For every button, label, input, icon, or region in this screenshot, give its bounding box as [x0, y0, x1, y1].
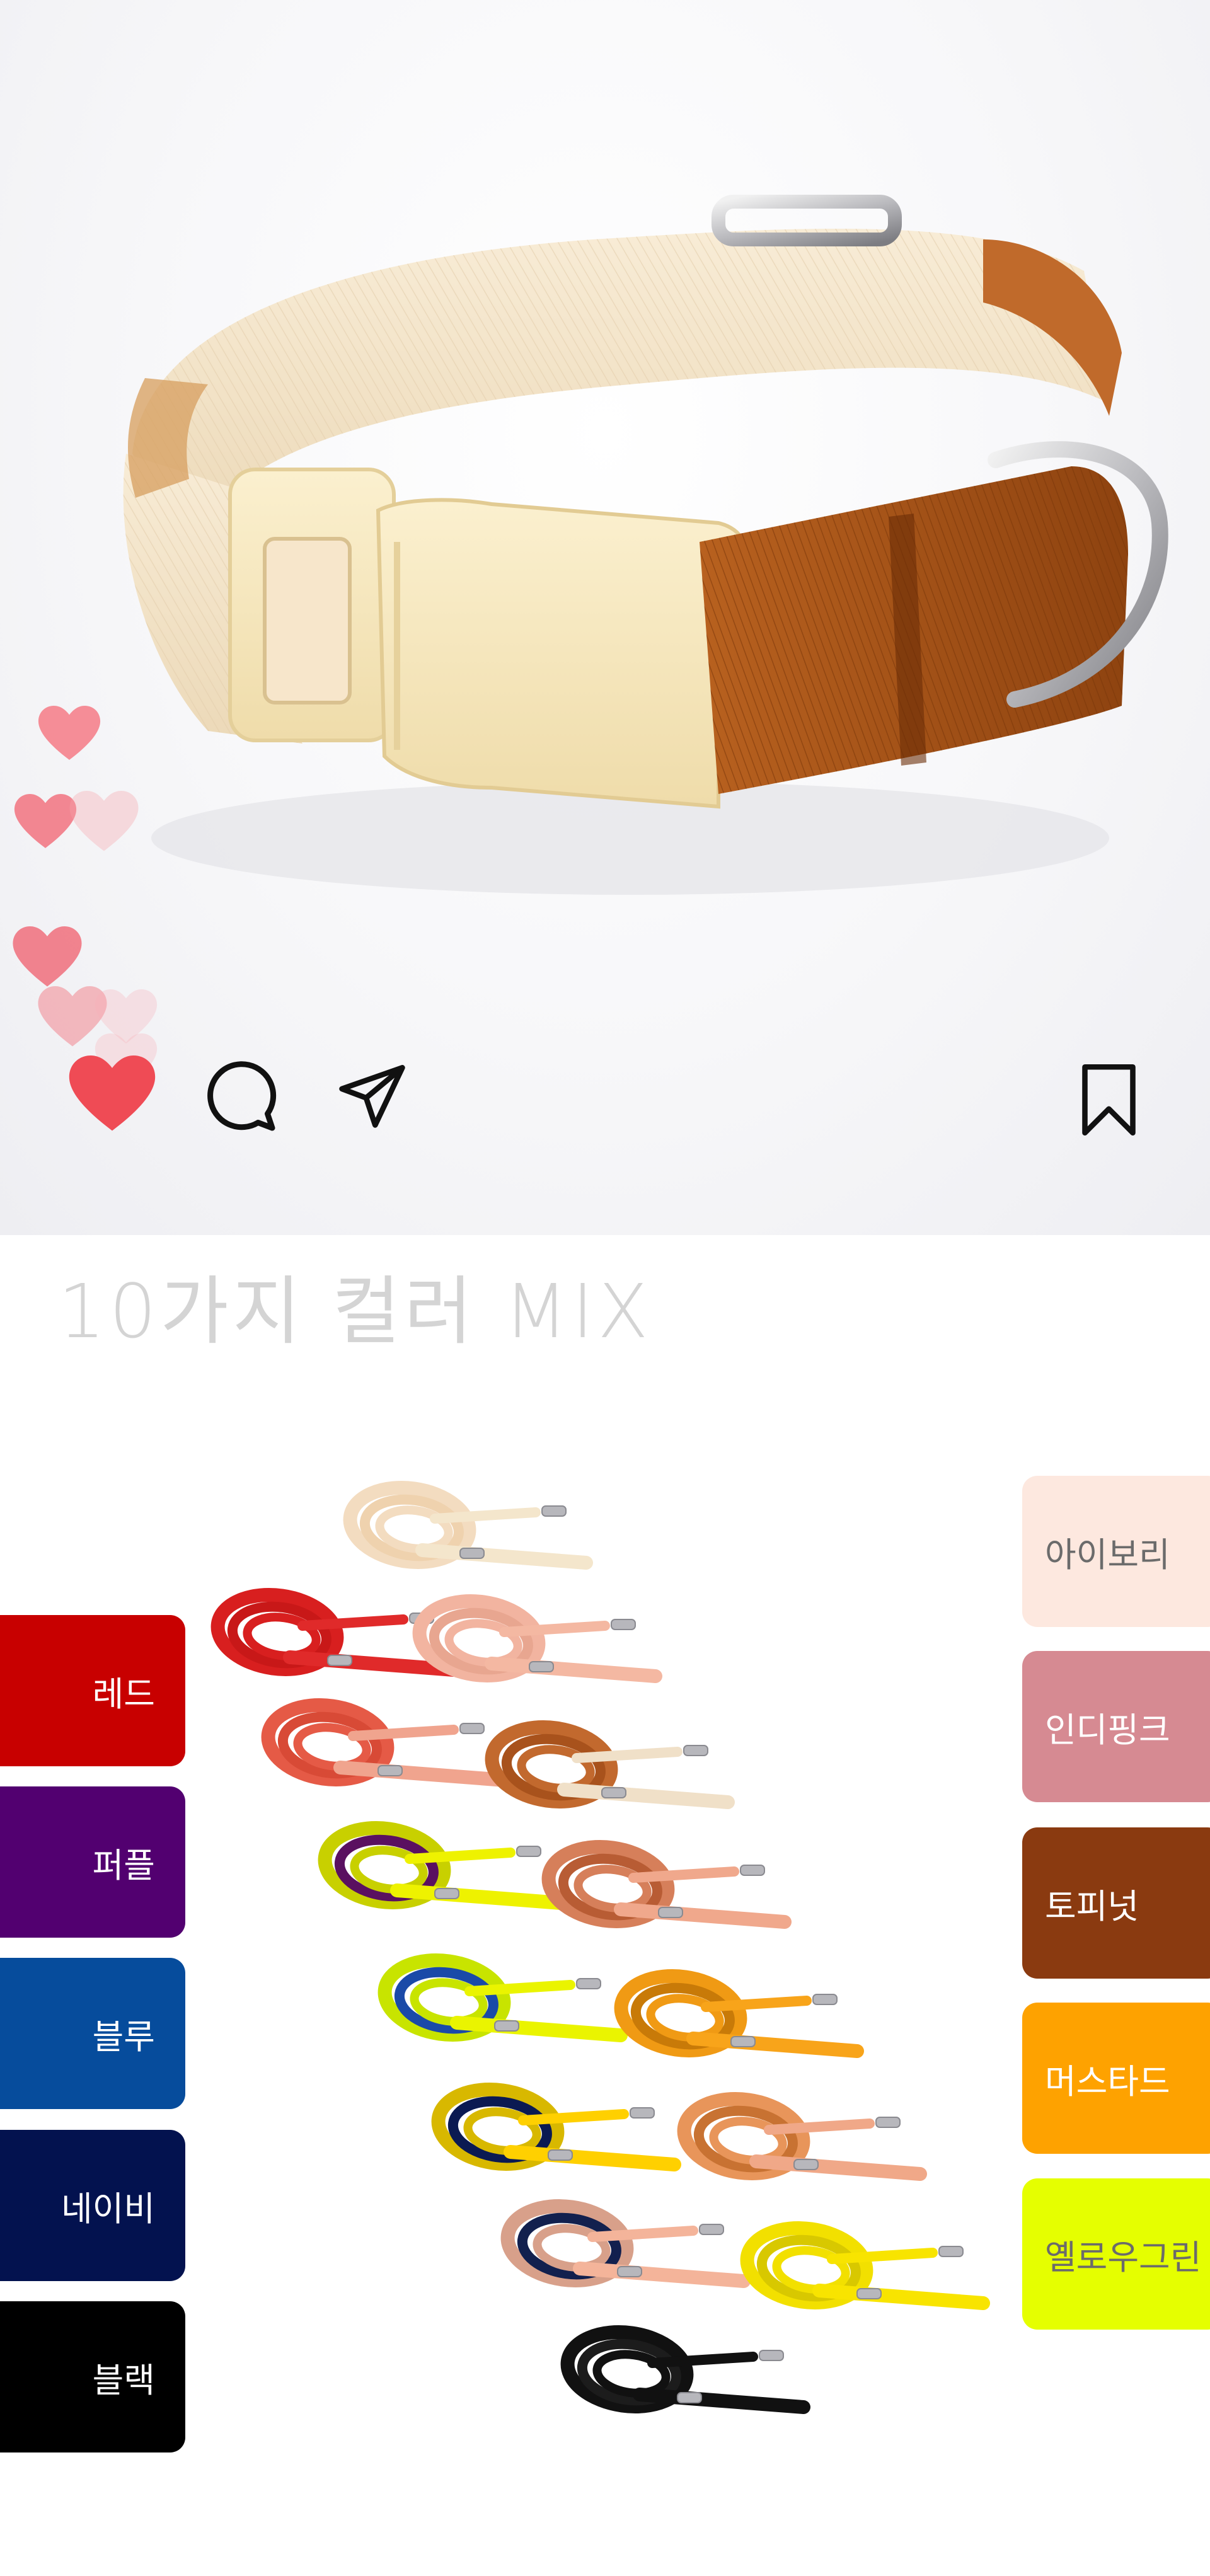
color-tab-blue[interactable]: 블루 — [0, 1958, 185, 2109]
color-tab-purple[interactable]: 퍼플 — [0, 1786, 185, 1938]
color-tab-navy[interactable]: 네이비 — [0, 2130, 185, 2281]
leash-product — [261, 1698, 511, 1787]
leash-product — [343, 1481, 593, 1570]
dog-collar-image — [123, 195, 1168, 895]
paper-plane-icon[interactable] — [333, 1059, 412, 1131]
leash-product — [377, 1953, 628, 2042]
color-tab-label: 머스타드 — [1045, 2061, 1170, 2102]
color-tab-label: 아이보리 — [1045, 1534, 1170, 1575]
floating-heart-icon — [69, 791, 139, 851]
color-tab-label: 네이비 — [60, 2188, 155, 2229]
color-tab-indi-pink[interactable]: 인디핑크 — [1022, 1651, 1210, 1802]
color-tab-label: 인디핑크 — [1045, 1710, 1170, 1750]
leash-product — [485, 1720, 735, 1809]
color-tab-black[interactable]: 블랙 — [0, 2301, 185, 2452]
leash-product — [412, 1594, 662, 1683]
floating-heart-icon — [38, 706, 101, 760]
leash-product — [541, 1840, 792, 1929]
color-tab-yellow-green[interactable]: 옐로우그린 — [1022, 2178, 1210, 2330]
color-tab-label: 레드 — [92, 1674, 155, 1714]
color-tab-label: 퍼플 — [92, 1845, 155, 1885]
leash-product — [500, 2199, 751, 2288]
leash-product — [614, 1969, 864, 2058]
leash-product — [431, 2083, 681, 2171]
color-tab-label: 블랙 — [92, 2360, 155, 2400]
color-tab-toffee-nut[interactable]: 토피넛 — [1022, 1827, 1210, 1979]
heart-filled-icon[interactable] — [68, 1055, 156, 1134]
section-headline: 10가지 컬러 MIX — [58, 1268, 652, 1355]
bookmark-icon[interactable] — [1079, 1064, 1139, 1136]
product-photo — [0, 0, 1210, 1235]
leash-product — [560, 2325, 810, 2414]
leash-product — [318, 1821, 568, 1910]
color-tab-ivory[interactable]: 아이보리 — [1022, 1476, 1210, 1627]
color-tab-red[interactable]: 레드 — [0, 1615, 185, 1766]
color-tab-label: 블루 — [92, 2016, 155, 2057]
leash-product — [740, 2221, 990, 2310]
leash-product — [677, 2092, 927, 2181]
comment-bubble-icon[interactable] — [203, 1059, 279, 1134]
color-tab-label: 토피넛 — [1045, 1886, 1139, 1926]
floating-heart-icon — [14, 794, 77, 848]
leash-lineup-image — [210, 1481, 990, 2414]
floating-heart-icon — [13, 926, 82, 987]
color-tab-mustard[interactable]: 머스타드 — [1022, 2003, 1210, 2154]
color-tab-label: 옐로우그린 — [1045, 2237, 1202, 2277]
